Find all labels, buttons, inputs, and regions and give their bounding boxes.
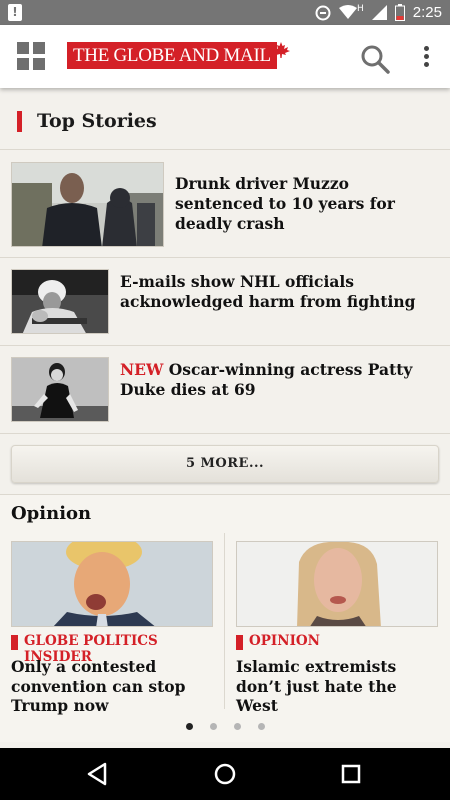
section-title: Top Stories [37, 110, 157, 132]
notification-alert-icon: ! [8, 4, 22, 21]
signal-icon [371, 5, 387, 20]
opinion-card[interactable]: OPINION Islamic extremists don’t just ha… [236, 533, 450, 715]
opinion-headline: Only a contested convention can stop Tru… [11, 657, 186, 715]
opinion-kicker: OPINION [236, 633, 320, 650]
search-icon[interactable] [360, 44, 390, 74]
top-stories-header: Top Stories [0, 102, 450, 142]
back-icon[interactable] [83, 760, 113, 788]
story-headline: Drunk driver Muzzo sentenced to 10 years… [175, 174, 395, 233]
story-headline: E-mails show NHL officials acknowledged … [120, 272, 416, 311]
opinion-headline: Islamic extremists don’t just hate the W… [236, 657, 397, 715]
card-divider [224, 533, 225, 709]
opinion-section: Opinion GLOBE POLITICS INSIDER Only a co… [0, 494, 450, 742]
status-bar: ! H 2:25 [0, 0, 450, 25]
recents-icon[interactable] [336, 760, 366, 788]
opinion-image [236, 541, 438, 627]
circle-icon [315, 5, 331, 20]
story-thumbnail [11, 269, 109, 334]
wifi-icon [339, 5, 358, 19]
app-bar: THE GLOBE AND MAIL [0, 25, 450, 88]
home-icon[interactable] [210, 760, 240, 788]
grid-menu-icon[interactable] [17, 42, 45, 70]
story-item[interactable]: Drunk driver Muzzo sentenced to 10 years… [0, 149, 450, 257]
opinion-card[interactable]: GLOBE POLITICS INSIDER Only a contested … [11, 533, 225, 715]
system-nav-bar [0, 748, 450, 800]
status-icons: H 2:25 [315, 0, 442, 25]
pager-dot[interactable] [257, 723, 265, 730]
more-stories-button[interactable]: 5 MORE... [11, 445, 439, 483]
story-item[interactable]: E-mails show NHL officials acknowledged … [0, 257, 450, 345]
pager-dot[interactable] [233, 723, 241, 730]
new-badge: NEW [120, 360, 164, 379]
opinion-image [11, 541, 213, 627]
list-divider [0, 433, 450, 434]
main-content: Top Stories Drunk driver Muzzo sentenced… [0, 88, 450, 748]
clock: 2:25 [412, 4, 442, 21]
story-thumbnail [11, 162, 164, 247]
section-title: Opinion [11, 503, 92, 524]
battery-icon [394, 4, 405, 21]
section-marker [17, 111, 22, 132]
story-item[interactable]: NEW Oscar-winning actress Patty Duke die… [0, 345, 450, 433]
more-vert-icon[interactable] [414, 43, 438, 73]
pager-dot[interactable] [209, 723, 217, 730]
story-headline: NEW Oscar-winning actress Patty Duke die… [120, 360, 413, 399]
maple-leaf-icon [272, 42, 290, 58]
story-thumbnail [11, 357, 109, 422]
carousel-pager [0, 723, 450, 735]
network-type-label: H [357, 3, 364, 14]
pager-dot[interactable] [185, 723, 193, 730]
app-logo[interactable]: THE GLOBE AND MAIL [67, 42, 277, 69]
